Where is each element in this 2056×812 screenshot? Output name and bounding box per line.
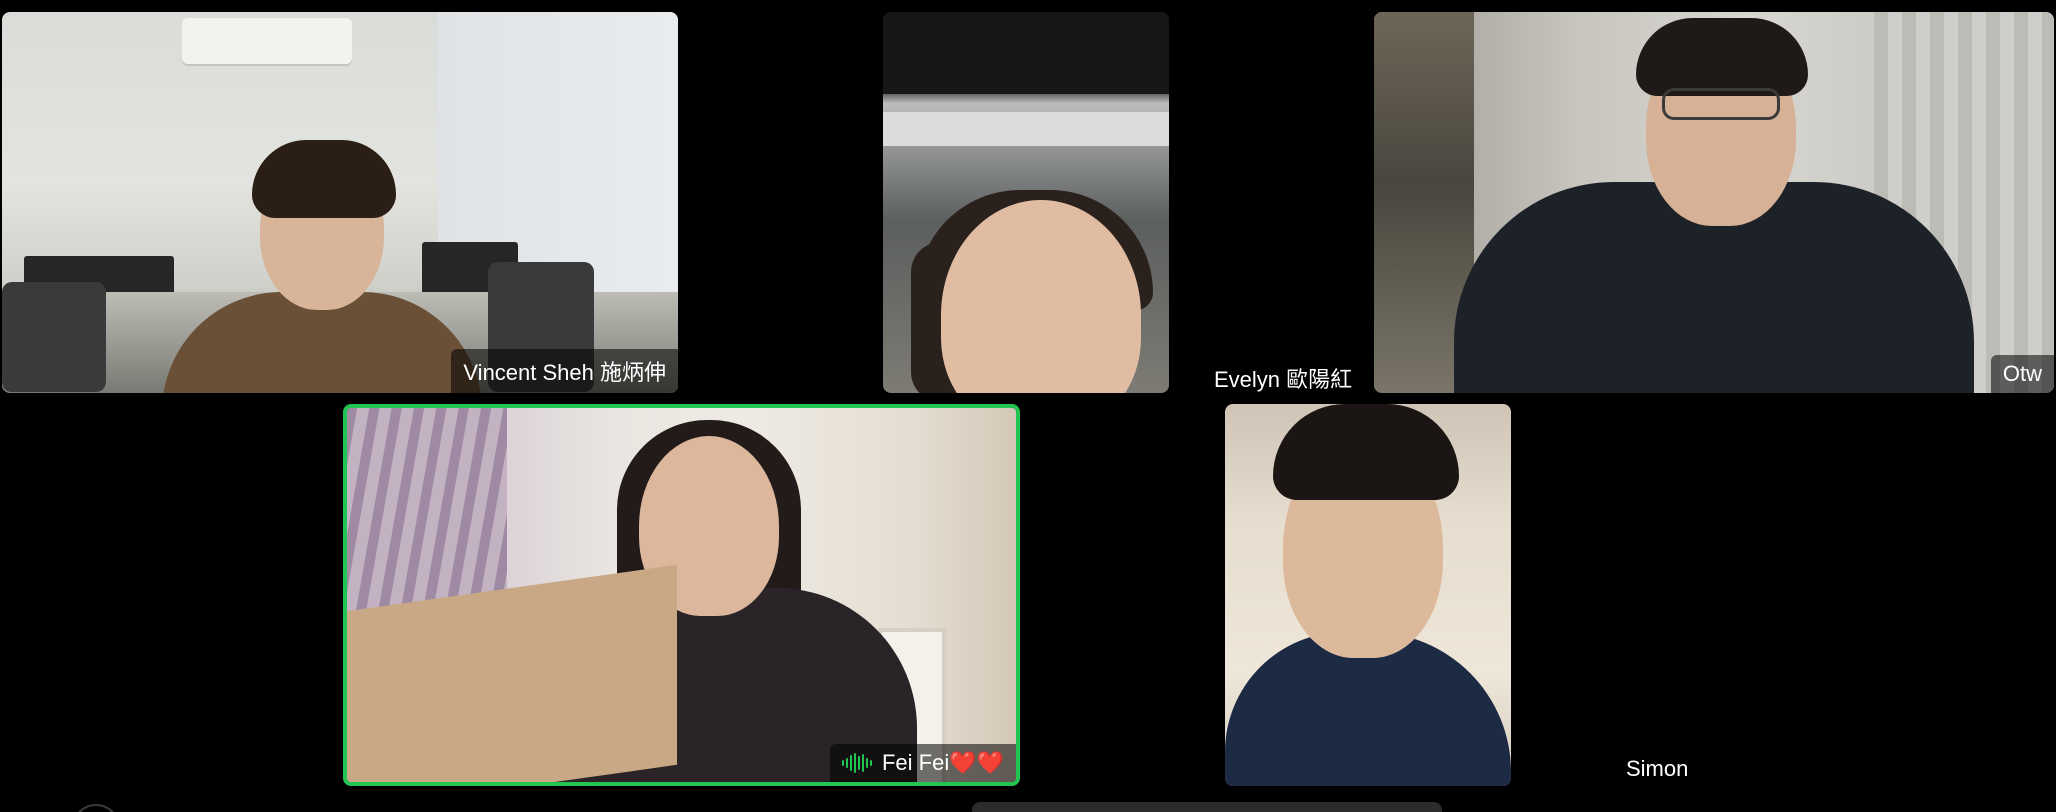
video-tile-simon[interactable] (1225, 404, 1511, 786)
participant-name-label: Simon (1626, 756, 1688, 782)
video-gallery: Vincent Sheh 施炳伸 Evelyn 歐陽紅 Otw Fei Fei❤… (0, 0, 2056, 812)
participant-name-label: Otw (1990, 355, 2054, 393)
participant-name: Simon (1626, 756, 1689, 781)
air-conditioner (182, 18, 352, 64)
participant-name: Vincent Sheh 施炳伸 (463, 360, 666, 385)
video-tile-vincent[interactable]: Vincent Sheh 施炳伸 (2, 12, 678, 393)
participant-name-label: Evelyn 歐陽紅 (1214, 362, 1352, 394)
participant-name: Evelyn 歐陽紅 (1214, 367, 1353, 392)
video-feed (1374, 12, 2054, 393)
video-feed (347, 408, 1016, 782)
toolbar[interactable] (972, 802, 1442, 812)
audio-bars-icon (841, 752, 872, 774)
video-tile-feifei[interactable]: Fei Fei❤️❤️ (343, 404, 1020, 786)
participant-name-label: Fei Fei❤️❤️ (829, 744, 1016, 782)
video-tile-evelyn[interactable] (883, 12, 1169, 393)
video-feed (883, 12, 1169, 393)
avatar-icon[interactable] (72, 804, 120, 812)
participant-name: Fei Fei❤️❤️ (881, 750, 1004, 775)
participant-name: Otw (2002, 361, 2042, 386)
video-tile-otw[interactable]: Otw (1374, 12, 2054, 393)
glasses (1662, 88, 1780, 120)
video-feed (2, 12, 678, 393)
video-feed (1225, 404, 1511, 786)
participant-name-label: Vincent Sheh 施炳伸 (451, 349, 678, 393)
